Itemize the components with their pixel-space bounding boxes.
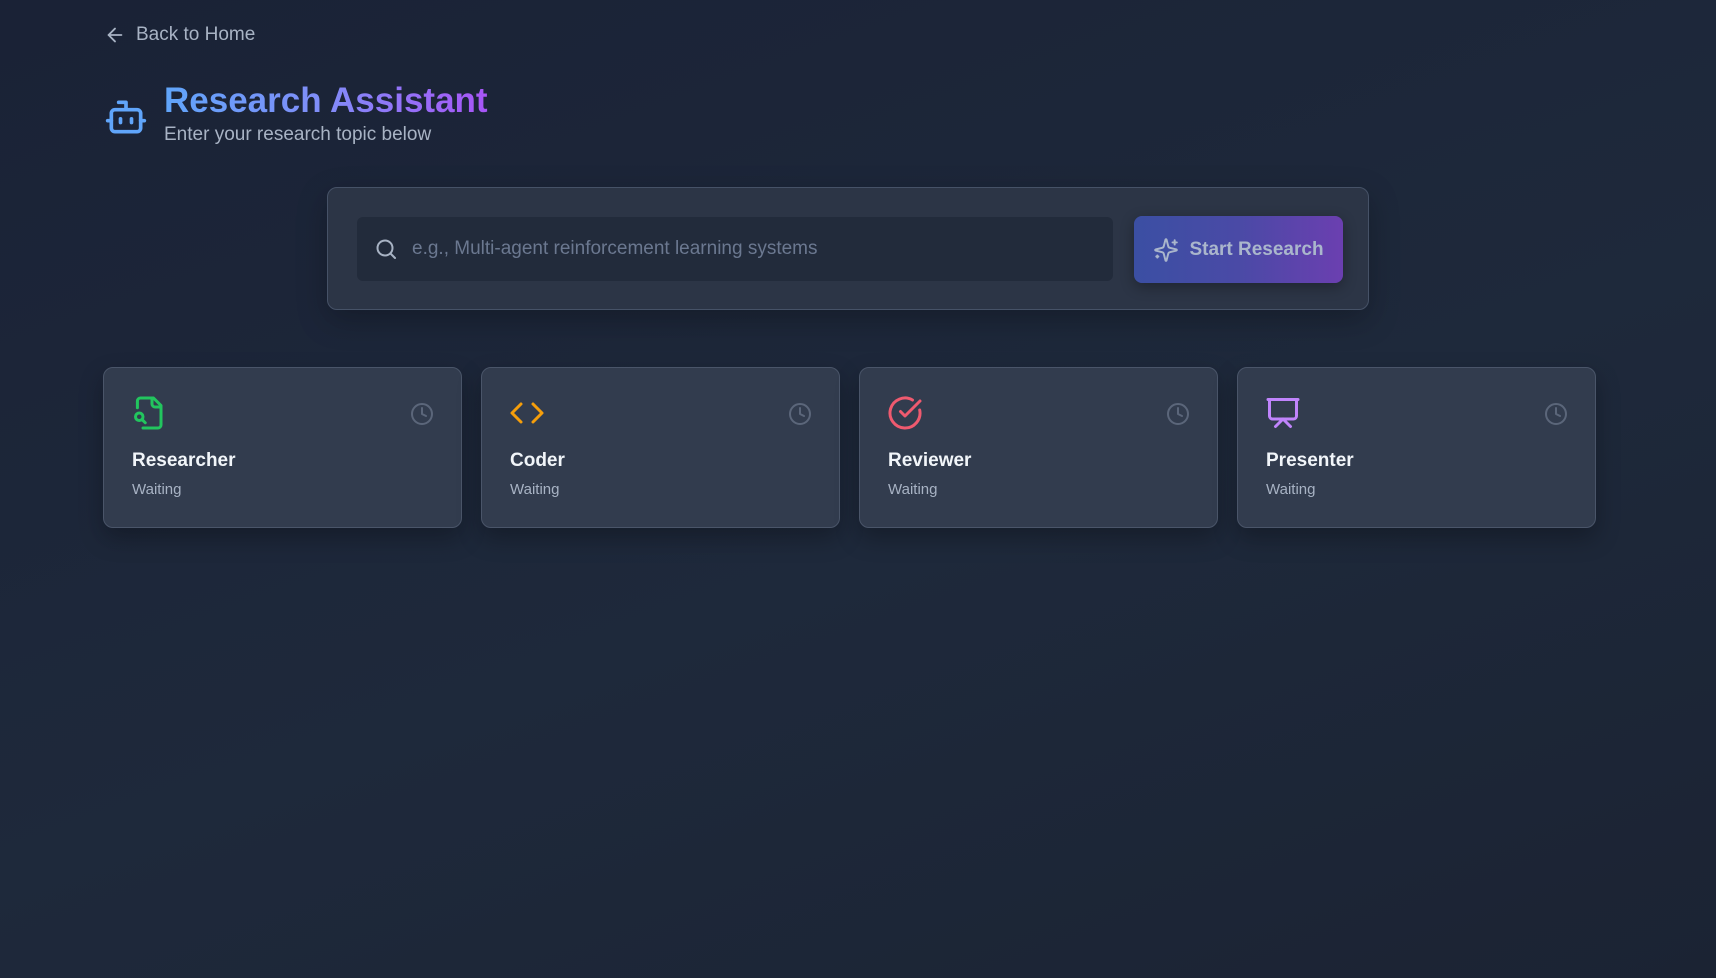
search-field[interactable] [357, 216, 1113, 282]
sparkles-icon [1154, 237, 1179, 262]
header-text: Research Assistant Enter your research t… [164, 82, 488, 146]
search-icon [376, 239, 396, 259]
file-search-icon [134, 396, 163, 430]
code-icon [510, 402, 544, 424]
agent-status: Waiting [132, 481, 182, 498]
start-research-button[interactable]: Start Research [1134, 216, 1343, 283]
back-to-home-link[interactable]: Back to Home [104, 24, 255, 46]
agent-card-presenter[interactable]: Presenter Waiting [1237, 367, 1596, 528]
back-to-home-label: Back to Home [136, 24, 256, 45]
agent-card-coder[interactable]: Coder Waiting [481, 367, 840, 528]
agent-status: Waiting [510, 481, 560, 498]
start-research-label: Start Research [1189, 238, 1324, 260]
agent-name: Reviewer [888, 450, 972, 471]
agent-card-researcher[interactable]: Researcher Waiting [103, 367, 462, 528]
presentation-icon [1266, 398, 1300, 428]
page-subtitle: Enter your research topic below [164, 124, 432, 145]
clock-icon [789, 403, 811, 425]
clock-icon [411, 403, 433, 425]
search-panel: Start Research [327, 187, 1369, 310]
agent-status: Waiting [888, 481, 938, 498]
robot-icon [105, 100, 147, 134]
arrow-left-icon [107, 27, 123, 43]
page-title: Research Assistant [164, 81, 488, 120]
clock-icon [1167, 403, 1189, 425]
agent-name: Researcher [132, 450, 236, 471]
agent-card-reviewer[interactable]: Reviewer Waiting [859, 367, 1218, 528]
page-header: Research Assistant Enter your research t… [104, 82, 488, 146]
agent-cards: Researcher Waiting Coder Waiting Reviewe… [103, 367, 1596, 528]
agent-name: Presenter [1266, 450, 1354, 471]
agent-status: Waiting [1266, 481, 1316, 498]
clock-icon [1545, 403, 1567, 425]
research-topic-input[interactable] [398, 216, 1113, 282]
check-circle-icon [888, 396, 922, 430]
agent-name: Coder [510, 450, 565, 471]
